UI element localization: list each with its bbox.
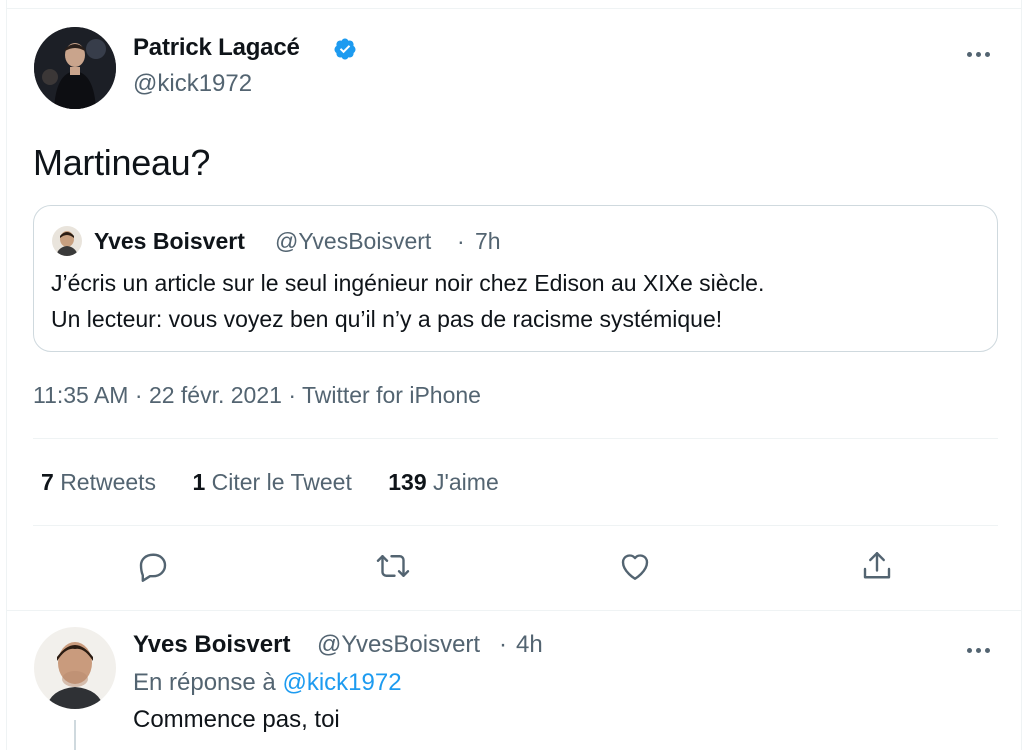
replying-to-label: En réponse à xyxy=(133,669,276,696)
likes-count: 139 xyxy=(388,469,427,495)
tweet-text: Martineau? xyxy=(33,142,211,183)
quote-author-name: Yves Boisvert xyxy=(94,228,245,254)
thread-connector-line xyxy=(74,720,76,750)
likes-stat[interactable]: 139 J'aime xyxy=(388,469,499,496)
stats-top-divider xyxy=(33,438,998,439)
quote-time[interactable]: 7h xyxy=(475,228,501,255)
retweets-stat[interactable]: 7 Retweets xyxy=(41,469,156,496)
top-divider xyxy=(7,8,1021,9)
author-avatar[interactable] xyxy=(34,27,116,109)
quote-tweets-stat[interactable]: 1 Citer le Tweet xyxy=(192,469,351,496)
quote-tweets-count: 1 xyxy=(192,469,206,495)
author-name[interactable]: Patrick Lagacé xyxy=(133,34,300,62)
likes-label: J'aime xyxy=(433,469,499,495)
share-icon[interactable] xyxy=(859,548,895,584)
reply-more-options-icon[interactable] xyxy=(967,640,995,653)
tweet-date[interactable]: 22 févr. 2021 xyxy=(149,382,282,408)
replying-to-link[interactable]: @kick1972 xyxy=(282,669,401,696)
quote-separator: · xyxy=(457,228,465,254)
more-options-icon[interactable] xyxy=(967,44,995,57)
reply-text: Commence pas, toi xyxy=(133,706,340,733)
retweets-count: 7 xyxy=(41,469,54,495)
quote-text-line-1: J’écris un article sur le seul ingénieur… xyxy=(51,270,765,296)
reply-time[interactable]: 4h xyxy=(516,631,543,659)
reply-icon[interactable] xyxy=(135,548,171,584)
reply-author-avatar[interactable] xyxy=(34,627,116,709)
reply-author-name[interactable]: Yves Boisvert xyxy=(133,631,290,659)
tweet-meta: 11:35 AM · 22 févr. 2021 · Twitter for i… xyxy=(33,382,481,409)
replying-to: En réponse à @kick1972 xyxy=(133,669,402,697)
like-icon[interactable] xyxy=(617,548,653,584)
stats-bottom-divider xyxy=(33,525,998,526)
verified-badge-icon xyxy=(334,38,356,60)
quote-tweets-label: Citer le Tweet xyxy=(211,469,352,495)
reply-separator: · xyxy=(499,631,507,658)
reply-author-handle[interactable]: @YvesBoisvert xyxy=(317,631,480,659)
retweet-icon[interactable] xyxy=(375,548,411,584)
tweet-thread: Patrick Lagacé @kick1972 Martineau? Yves… xyxy=(6,0,1022,750)
meta-separator-1: · xyxy=(134,382,143,408)
quote-text-line-2: Un lecteur: vous voyez ben qu’il n’y a p… xyxy=(51,306,723,332)
quote-author-avatar xyxy=(52,226,82,256)
meta-separator-2: · xyxy=(288,382,296,408)
tweet-source[interactable]: Twitter for iPhone xyxy=(302,382,481,408)
tweet-time[interactable]: 11:35 AM xyxy=(33,382,128,408)
tweet-stats: 7 Retweets 1 Citer le Tweet 139 J'aime xyxy=(41,469,529,496)
quoted-tweet-card[interactable]: Yves Boisvert @YvesBoisvert · 7h J’écris… xyxy=(33,205,998,352)
thread-divider xyxy=(7,610,1021,611)
author-handle[interactable]: @kick1972 xyxy=(133,70,252,98)
retweets-label: Retweets xyxy=(60,469,157,495)
quote-author-handle: @YvesBoisvert xyxy=(275,228,432,254)
